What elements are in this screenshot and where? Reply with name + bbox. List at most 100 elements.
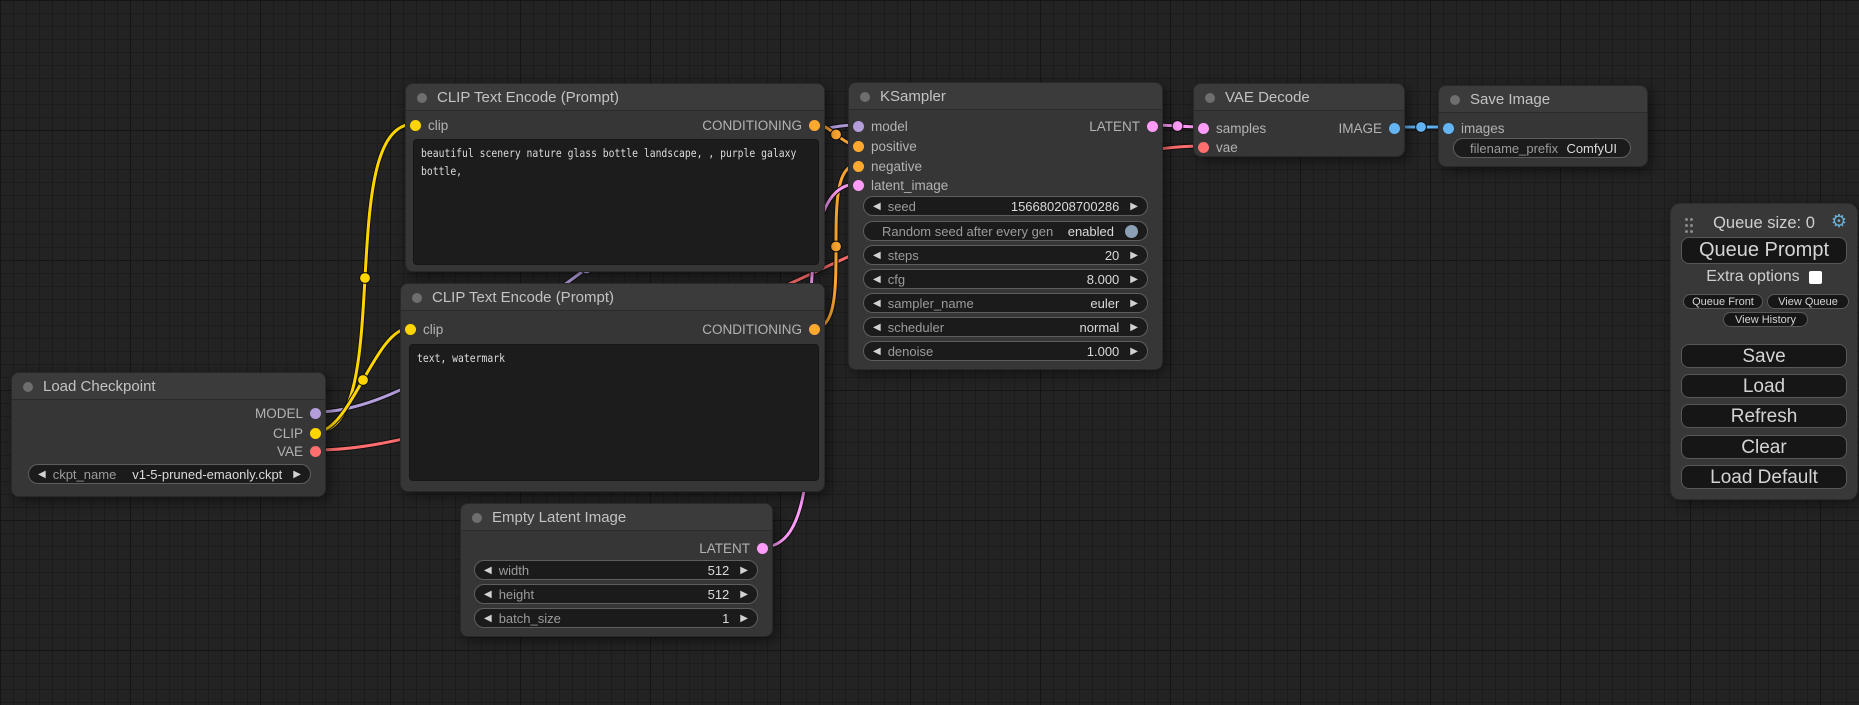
random-seed-widget[interactable]: Random seed after every gen enabled xyxy=(863,221,1148,241)
batch-size-widget[interactable]: ◀ batch_size 1 ▶ xyxy=(474,608,758,628)
node-ksampler[interactable]: KSampler model positive negative latent_… xyxy=(848,82,1163,370)
queue-front-button[interactable]: Queue Front xyxy=(1683,294,1763,309)
image-input-dot-icon[interactable] xyxy=(1443,123,1454,134)
collapse-dot-icon[interactable] xyxy=(860,92,870,102)
decrement-arrow-icon[interactable]: ◀ xyxy=(484,565,492,576)
decrement-arrow-icon[interactable]: ◀ xyxy=(873,274,881,285)
decrement-arrow-icon[interactable]: ◀ xyxy=(484,589,492,600)
latent-output-dot-icon[interactable] xyxy=(1147,121,1158,132)
increment-arrow-icon[interactable]: ▶ xyxy=(1130,322,1138,333)
decrement-arrow-icon[interactable]: ◀ xyxy=(38,469,46,480)
prompt-textarea[interactable]: text, watermark xyxy=(409,344,819,481)
collapse-dot-icon[interactable] xyxy=(417,93,427,103)
node-clip-text-encode-negative[interactable]: CLIP Text Encode (Prompt) clip CONDITION… xyxy=(400,283,825,492)
clear-button[interactable]: Clear xyxy=(1681,435,1847,459)
output-slot-image[interactable]: IMAGE xyxy=(1338,119,1400,137)
conditioning-output-dot-icon[interactable] xyxy=(809,324,820,335)
node-title: KSampler xyxy=(849,83,1162,110)
cfg-widget[interactable]: ◀ cfg 8.000 ▶ xyxy=(863,269,1148,289)
latent-output-dot-icon[interactable] xyxy=(757,543,768,554)
conditioning-output-dot-icon[interactable] xyxy=(809,120,820,131)
input-slot-clip[interactable]: clip xyxy=(410,116,448,134)
collapse-dot-icon[interactable] xyxy=(23,382,33,392)
input-slot-model[interactable]: model xyxy=(853,117,908,135)
clip-output-dot-icon[interactable] xyxy=(310,428,321,439)
increment-arrow-icon[interactable]: ▶ xyxy=(740,565,748,576)
extra-options-label: Extra options xyxy=(1706,268,1799,286)
seed-widget[interactable]: ◀ seed 156680208700286 ▶ xyxy=(863,196,1148,216)
load-default-button[interactable]: Load Default xyxy=(1681,465,1847,489)
height-widget[interactable]: ◀ height 512 ▶ xyxy=(474,584,758,604)
decrement-arrow-icon[interactable]: ◀ xyxy=(873,298,881,309)
width-widget[interactable]: ◀ width 512 ▶ xyxy=(474,560,758,580)
output-slot-conditioning[interactable]: CONDITIONING xyxy=(702,320,820,338)
input-slot-samples[interactable]: samples xyxy=(1198,119,1266,137)
refresh-button[interactable]: Refresh xyxy=(1681,404,1847,428)
node-graph-canvas[interactable]: Load Checkpoint MODEL CLIP VAE ◀ ckpt_na… xyxy=(0,0,1859,705)
denoise-widget[interactable]: ◀ denoise 1.000 ▶ xyxy=(863,341,1148,361)
image-output-dot-icon[interactable] xyxy=(1389,123,1400,134)
decrement-arrow-icon[interactable]: ◀ xyxy=(484,613,492,624)
queue-control-panel[interactable]: Queue size: 0 ⚙ Queue Prompt Extra optio… xyxy=(1670,203,1858,500)
prompt-textarea[interactable]: beautiful scenery nature glass bottle la… xyxy=(413,139,819,265)
settings-gear-icon[interactable]: ⚙ xyxy=(1831,211,1847,232)
model-output-dot-icon[interactable] xyxy=(310,408,321,419)
output-slot-conditioning[interactable]: CONDITIONING xyxy=(702,116,820,134)
node-save-image[interactable]: Save Image images filename_prefix ComfyU… xyxy=(1438,85,1648,167)
toggle-icon[interactable] xyxy=(1125,225,1138,238)
ckpt-name-widget[interactable]: ◀ ckpt_name v1-5-pruned-emaonly.ckpt ▶ xyxy=(28,464,311,484)
input-slot-vae[interactable]: vae xyxy=(1198,138,1238,156)
collapse-dot-icon[interactable] xyxy=(1205,93,1215,103)
node-vae-decode[interactable]: VAE Decode samples vae IMAGE xyxy=(1193,83,1405,157)
extra-options-checkbox[interactable] xyxy=(1809,271,1822,284)
steps-widget[interactable]: ◀ steps 20 ▶ xyxy=(863,245,1148,265)
view-queue-button[interactable]: View Queue xyxy=(1767,294,1849,309)
output-slot-model[interactable]: MODEL xyxy=(255,404,321,422)
scheduler-widget[interactable]: ◀ scheduler normal ▶ xyxy=(863,317,1148,337)
conditioning-input-dot-icon[interactable] xyxy=(853,141,864,152)
collapse-dot-icon[interactable] xyxy=(1450,95,1460,105)
output-slot-latent[interactable]: LATENT xyxy=(699,539,768,557)
node-empty-latent-image[interactable]: Empty Latent Image LATENT ◀ width 512 ▶ … xyxy=(460,503,773,637)
decrement-arrow-icon[interactable]: ◀ xyxy=(873,346,881,357)
input-slot-latent-image[interactable]: latent_image xyxy=(853,176,948,194)
model-input-dot-icon[interactable] xyxy=(853,121,864,132)
collapse-dot-icon[interactable] xyxy=(472,513,482,523)
decrement-arrow-icon[interactable]: ◀ xyxy=(873,250,881,261)
input-slot-positive[interactable]: positive xyxy=(853,137,917,155)
node-load-checkpoint[interactable]: Load Checkpoint MODEL CLIP VAE ◀ ckpt_na… xyxy=(11,372,326,497)
decrement-arrow-icon[interactable]: ◀ xyxy=(873,201,881,212)
clip-input-dot-icon[interactable] xyxy=(405,324,416,335)
load-button[interactable]: Load xyxy=(1681,374,1847,398)
vae-output-dot-icon[interactable] xyxy=(310,446,321,457)
increment-arrow-icon[interactable]: ▶ xyxy=(1130,250,1138,261)
latent-input-dot-icon[interactable] xyxy=(1198,123,1209,134)
output-slot-vae[interactable]: VAE xyxy=(277,442,321,460)
collapse-dot-icon[interactable] xyxy=(412,293,422,303)
extra-options-row: Extra options xyxy=(1671,268,1857,286)
decrement-arrow-icon[interactable]: ◀ xyxy=(873,322,881,333)
output-slot-clip[interactable]: CLIP xyxy=(273,424,321,442)
node-title: Save Image xyxy=(1439,86,1647,113)
clip-input-dot-icon[interactable] xyxy=(410,120,421,131)
increment-arrow-icon[interactable]: ▶ xyxy=(1130,274,1138,285)
increment-arrow-icon[interactable]: ▶ xyxy=(740,613,748,624)
vae-input-dot-icon[interactable] xyxy=(1198,142,1209,153)
increment-arrow-icon[interactable]: ▶ xyxy=(293,469,301,480)
save-button[interactable]: Save xyxy=(1681,344,1847,368)
input-slot-clip[interactable]: clip xyxy=(405,320,443,338)
increment-arrow-icon[interactable]: ▶ xyxy=(1130,298,1138,309)
output-slot-latent[interactable]: LATENT xyxy=(1089,117,1158,135)
increment-arrow-icon[interactable]: ▶ xyxy=(1130,346,1138,357)
latent-input-dot-icon[interactable] xyxy=(853,180,864,191)
increment-arrow-icon[interactable]: ▶ xyxy=(740,589,748,600)
queue-prompt-button[interactable]: Queue Prompt xyxy=(1681,237,1847,264)
input-slot-images[interactable]: images xyxy=(1443,119,1505,137)
node-clip-text-encode-positive[interactable]: CLIP Text Encode (Prompt) clip CONDITION… xyxy=(405,83,825,272)
conditioning-input-dot-icon[interactable] xyxy=(853,161,864,172)
increment-arrow-icon[interactable]: ▶ xyxy=(1130,201,1138,212)
sampler-name-widget[interactable]: ◀ sampler_name euler ▶ xyxy=(863,293,1148,313)
filename-prefix-widget[interactable]: filename_prefix ComfyUI xyxy=(1453,138,1631,158)
view-history-button[interactable]: View History xyxy=(1723,312,1808,327)
input-slot-negative[interactable]: negative xyxy=(853,157,922,175)
